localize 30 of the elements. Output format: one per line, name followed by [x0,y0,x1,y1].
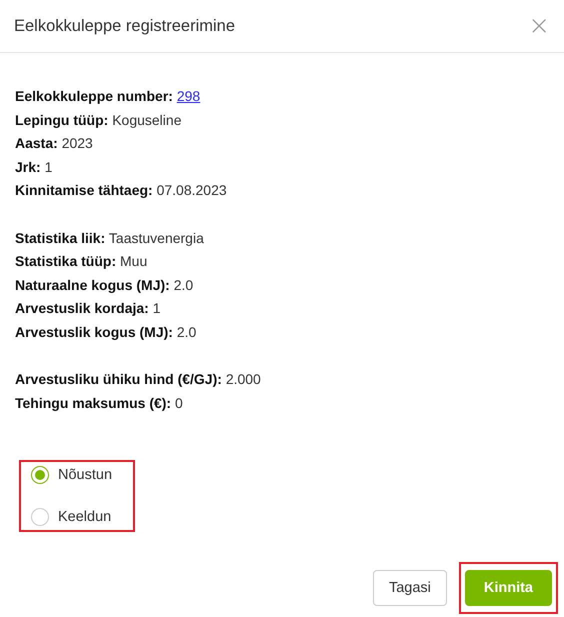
radio-button[interactable] [31,508,49,526]
field-label: Naturaalne kogus (MJ): [15,276,170,293]
field-label: Jrk: [15,158,41,175]
field-label: Arvestuslik kordaja: [15,300,149,316]
field-value: 1 [44,158,52,175]
field-label: Lepingu tüüp: [15,112,108,128]
field-label: Arvestusliku ühiku hind (€/GJ): [15,371,222,388]
radio-label[interactable]: Keeldun [58,509,112,526]
field-value: Muu [120,253,148,270]
field-value: 2.0 [174,276,194,293]
dialog-title: Eelkokkuleppe registreerimine [14,16,236,36]
field-value: 2.000 [226,371,261,388]
field-label: Kinnitamise tähtaeg: [15,182,153,198]
field-label: Statistika tüüp: [15,253,116,270]
field-label: Aasta: [15,135,58,152]
field-value: 2023 [62,135,93,152]
radio-label[interactable]: Nõustun [58,467,112,484]
field-value: Koguseline [112,112,182,128]
field-value: 0 [174,394,183,411]
field-value: 07.08.2023 [156,182,227,198]
field-label: Arvestuslik kogus (MJ): [15,324,173,340]
field-label: Eelkokkuleppe number: [15,88,173,104]
field-value: Taastuvenergia [108,230,204,246]
field-label: Statistika liik: [15,230,106,246]
field-value: 2.0 [176,324,196,340]
back-button[interactable]: Tagasi [372,570,447,606]
field-value: 1 [152,300,161,316]
radio-button[interactable] [31,466,49,484]
number-link[interactable]: 298 [176,88,200,104]
field-label: Tehingu maksumus (€): [15,394,172,411]
